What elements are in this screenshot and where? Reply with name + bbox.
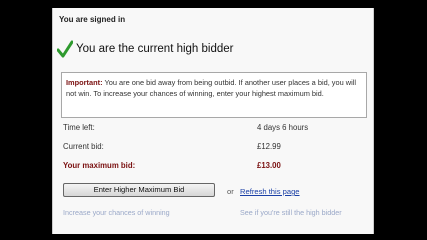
enter-higher-max-bid-button[interactable]: Enter Higher Maximum Bid xyxy=(63,183,215,197)
max-bid-label: Your maximum bid: xyxy=(63,161,136,170)
time-left-label: Time left: xyxy=(63,123,95,132)
high-bidder-status: You are the current high bidder xyxy=(57,40,234,58)
checkmark-icon xyxy=(57,40,73,58)
current-bid-value: £12.99 xyxy=(257,142,281,151)
notice-label: Important: xyxy=(66,78,103,87)
notice-text: You are one bid away from being outbid. … xyxy=(66,78,357,98)
or-text: or xyxy=(227,187,234,196)
enter-bid-hint: Increase your chances of winning xyxy=(63,208,170,217)
important-notice: Important: You are one bid away from bei… xyxy=(61,72,367,118)
signed-in-header: You are signed in xyxy=(59,15,126,24)
refresh-page-link[interactable]: Refresh this page xyxy=(240,187,300,196)
max-bid-value: £13.00 xyxy=(257,161,281,170)
status-headline: You are the current high bidder xyxy=(76,43,234,55)
refresh-hint: See if you're still the high bidder xyxy=(240,208,342,217)
current-bid-label: Current bid: xyxy=(63,142,104,151)
time-left-value: 4 days 6 hours xyxy=(257,123,309,132)
bid-status-panel: You are signed in You are the current hi… xyxy=(52,8,374,234)
